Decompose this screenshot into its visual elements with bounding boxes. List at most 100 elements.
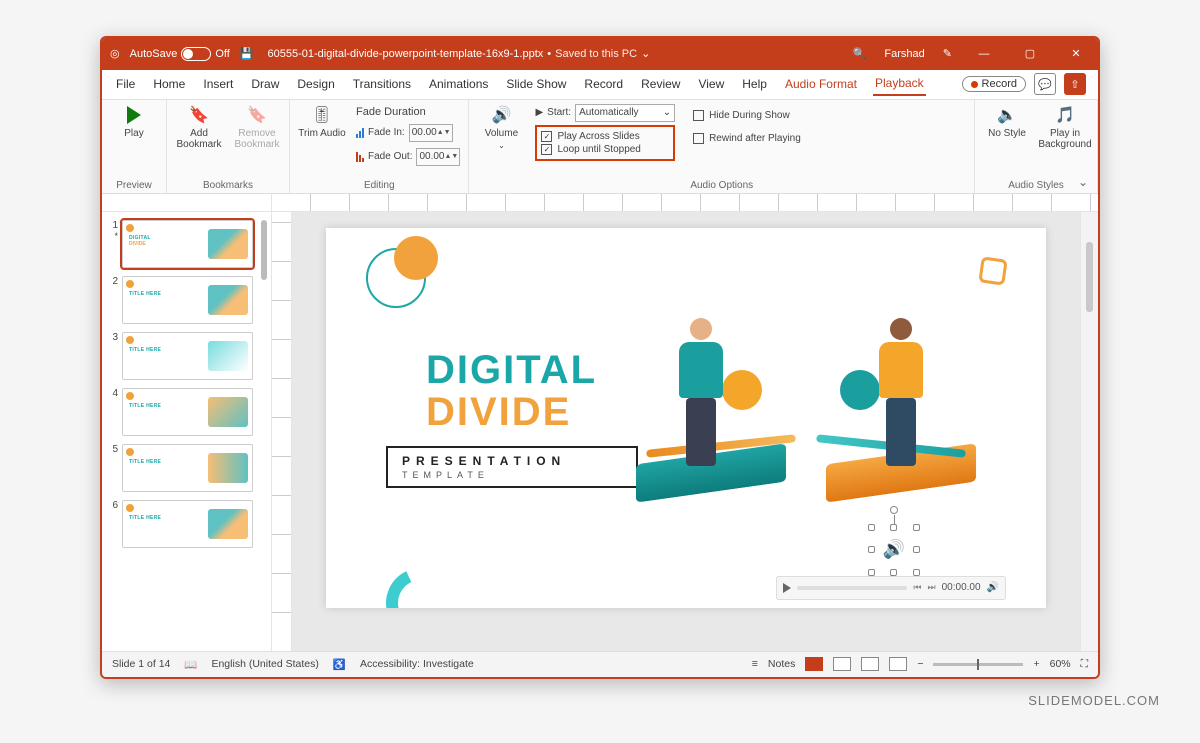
loop-until-stopped-checkbox[interactable]: ✓Loop until Stopped: [541, 144, 669, 155]
resize-handle[interactable]: [868, 546, 875, 553]
checkbox-icon: [693, 110, 704, 121]
accessibility-status[interactable]: Accessibility: Investigate: [360, 658, 474, 670]
view-normal-button[interactable]: [805, 657, 823, 671]
play-button[interactable]: Play: [110, 104, 158, 139]
slide-title-2[interactable]: DIVIDE: [426, 390, 571, 435]
player-fwd-icon[interactable]: ⏭: [928, 582, 936, 593]
resize-handle[interactable]: [913, 524, 920, 531]
search-icon[interactable]: 🔍: [853, 47, 867, 60]
accessibility-icon[interactable]: ♿: [333, 658, 346, 671]
notes-button[interactable]: Notes: [768, 658, 795, 670]
vertical-scrollbar[interactable]: [1080, 212, 1098, 651]
zoom-slider[interactable]: [933, 663, 1023, 666]
add-bookmark-button[interactable]: Add Bookmark: [175, 104, 223, 150]
resize-handle[interactable]: [868, 524, 875, 531]
tab-view[interactable]: View: [696, 73, 726, 95]
resize-handle[interactable]: [868, 569, 875, 576]
slide-stage[interactable]: DIGITAL DIVIDE PRESENTATION TEMPLATE: [292, 212, 1080, 651]
no-style-button[interactable]: No Style: [983, 104, 1031, 139]
play-across-slides-checkbox[interactable]: ✓Play Across Slides: [541, 131, 669, 142]
tab-help[interactable]: Help: [740, 73, 769, 95]
notes-icon[interactable]: ≡: [752, 658, 758, 670]
zoom-out-button[interactable]: −: [917, 658, 923, 670]
collapse-ribbon-icon[interactable]: ⌄: [1078, 175, 1088, 189]
slide-thumbnails-panel[interactable]: 123456 DIGITALDIVIDE TITLE HERE TITLE HE…: [102, 212, 272, 651]
save-icon[interactable]: 💾: [240, 47, 254, 60]
start-dropdown[interactable]: Automatically⌄: [575, 104, 675, 122]
tab-audio-format[interactable]: Audio Format: [783, 73, 859, 95]
group-label-audio-styles: Audio Styles: [983, 178, 1089, 191]
fade-in-label: Fade In:: [368, 127, 405, 138]
resize-handle[interactable]: [890, 524, 897, 531]
fade-duration-label: Fade Duration: [356, 106, 460, 118]
tab-transitions[interactable]: Transitions: [351, 73, 413, 95]
spinner-icon[interactable]: ▲▼: [437, 130, 451, 136]
zoom-in-button[interactable]: +: [1033, 658, 1039, 670]
slide-counter[interactable]: Slide 1 of 14: [112, 658, 170, 670]
maximize-button[interactable]: ▢: [1016, 47, 1044, 60]
zoom-level[interactable]: 60%: [1050, 658, 1071, 670]
tab-draw[interactable]: Draw: [249, 73, 281, 95]
resize-handle[interactable]: [913, 569, 920, 576]
user-name[interactable]: Farshad: [884, 48, 924, 60]
fade-out-input[interactable]: 00.00▲▼: [416, 148, 460, 166]
play-in-background-button[interactable]: Play in Background: [1041, 104, 1089, 150]
volume-button[interactable]: Volume ⌄: [477, 104, 525, 150]
illustration[interactable]: [626, 278, 986, 538]
chevron-down-icon[interactable]: ⌄: [641, 47, 650, 60]
horizontal-ruler: [102, 194, 1098, 212]
toggle-off-icon[interactable]: [181, 47, 211, 61]
tab-design[interactable]: Design: [295, 73, 336, 95]
share-button[interactable]: ⇧: [1064, 73, 1086, 95]
group-editing: Trim Audio Fade Duration Fade In: 00.00▲…: [290, 100, 469, 193]
slide-canvas[interactable]: DIGITAL DIVIDE PRESENTATION TEMPLATE: [326, 228, 1046, 608]
view-reading-button[interactable]: [861, 657, 879, 671]
audio-object-selected[interactable]: 🔊 ✥: [872, 528, 916, 572]
minimize-button[interactable]: —: [970, 48, 998, 60]
tab-record[interactable]: Record: [582, 73, 625, 95]
resize-handle[interactable]: [913, 546, 920, 553]
tab-review[interactable]: Review: [639, 73, 682, 95]
player-time: 00:00.00: [942, 582, 981, 593]
pen-icon[interactable]: ✎: [943, 47, 952, 60]
player-play-icon[interactable]: [783, 583, 791, 593]
comments-button[interactable]: 💬: [1034, 73, 1056, 95]
tab-insert[interactable]: Insert: [201, 73, 235, 95]
view-sorter-button[interactable]: [833, 657, 851, 671]
fade-in-input[interactable]: 00.00▲▼: [409, 124, 453, 142]
record-button[interactable]: Record: [962, 76, 1026, 92]
player-track[interactable]: [797, 586, 907, 590]
slide-thumb-1[interactable]: DIGITALDIVIDE: [122, 220, 253, 268]
tab-home[interactable]: Home: [151, 73, 187, 95]
rewind-after-playing-checkbox[interactable]: Rewind after Playing: [693, 133, 801, 144]
slide-thumb-6[interactable]: TITLE HERE: [122, 500, 253, 548]
audio-player[interactable]: ⏮ ⏭ 00:00.00 🔊: [776, 576, 1006, 600]
fit-to-window-button[interactable]: ⛶: [1081, 658, 1088, 671]
hide-during-show-checkbox[interactable]: Hide During Show: [693, 110, 801, 121]
trim-icon: [311, 104, 333, 126]
player-back-icon[interactable]: ⏮: [913, 582, 921, 593]
language-status[interactable]: English (United States): [211, 658, 318, 670]
document-title[interactable]: 60555-01-digital-divide-powerpoint-templ…: [268, 48, 544, 60]
autosave-toggle[interactable]: AutoSave Off: [130, 47, 230, 61]
player-volume-icon[interactable]: 🔊: [987, 582, 999, 593]
person-right: [866, 318, 936, 468]
spellcheck-icon[interactable]: 📖: [184, 658, 197, 671]
tab-playback[interactable]: Playback: [873, 72, 926, 96]
slide-thumb-3[interactable]: TITLE HERE: [122, 332, 253, 380]
rotate-handle-icon[interactable]: [890, 506, 898, 514]
view-slideshow-button[interactable]: [889, 657, 907, 671]
slide-title-1[interactable]: DIGITAL: [426, 348, 597, 393]
save-state[interactable]: Saved to this PC: [555, 48, 637, 60]
subtitle-box[interactable]: PRESENTATION TEMPLATE: [386, 446, 638, 488]
tab-animations[interactable]: Animations: [427, 73, 490, 95]
close-button[interactable]: ✕: [1062, 47, 1090, 60]
slide-thumb-5[interactable]: TITLE HERE: [122, 444, 253, 492]
slide-thumb-4[interactable]: TITLE HERE: [122, 388, 253, 436]
spinner-icon[interactable]: ▲▼: [445, 154, 459, 160]
titlebar: ◎ AutoSave Off 💾 60555-01-digital-divide…: [102, 38, 1098, 70]
slide-thumb-2[interactable]: TITLE HERE: [122, 276, 253, 324]
tab-file[interactable]: File: [114, 73, 137, 95]
trim-audio-button[interactable]: Trim Audio: [298, 104, 346, 139]
tab-slideshow[interactable]: Slide Show: [504, 73, 568, 95]
